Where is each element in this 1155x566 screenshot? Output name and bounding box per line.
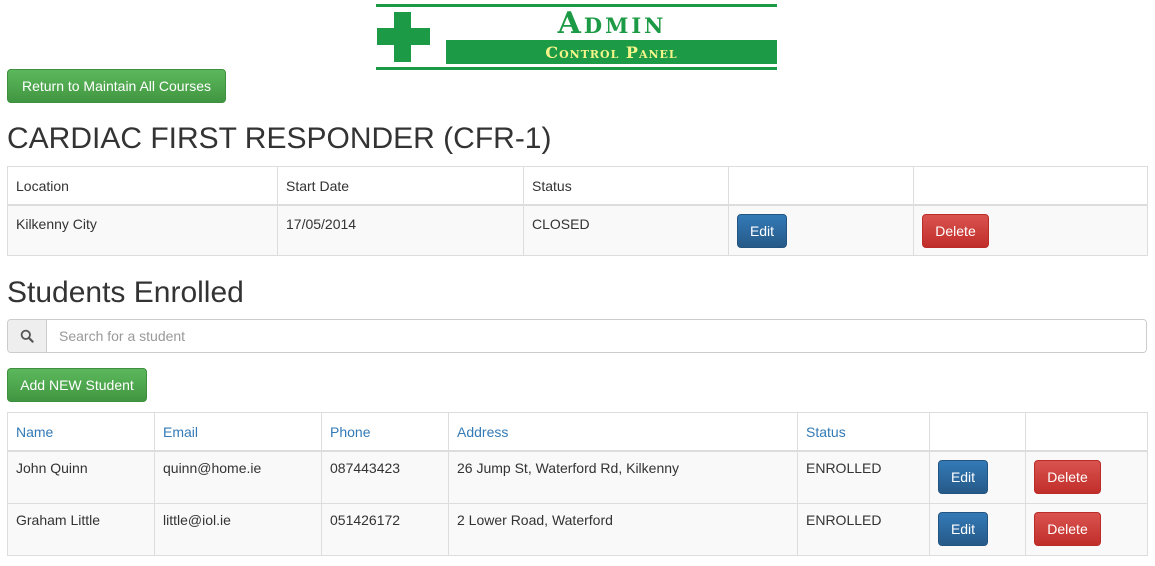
student-delete-cell: Delete bbox=[1025, 450, 1148, 504]
student-edit-cell: Edit bbox=[929, 450, 1026, 504]
student-edit-cell: Edit bbox=[929, 502, 1026, 556]
student-phone: 051426172 bbox=[321, 502, 449, 556]
column-header-start-date: Start Date bbox=[277, 166, 524, 206]
sort-by-address-header[interactable]: Address bbox=[448, 412, 798, 452]
column-header-delete bbox=[913, 166, 1148, 206]
course-row: Kilkenny City 17/05/2014 CLOSED Edit Del… bbox=[7, 204, 1148, 256]
course-edit-cell: Edit bbox=[728, 204, 914, 256]
student-address: 26 Jump St, Waterford Rd, Kilkenny bbox=[448, 450, 798, 504]
column-header-delete bbox=[1025, 412, 1148, 452]
logo-title: Admin bbox=[557, 6, 667, 41]
student-email: quinn@home.ie bbox=[154, 450, 322, 504]
student-name: John Quinn bbox=[7, 450, 155, 504]
course-title: CARDIAC FIRST RESPONDER (CFR-1) bbox=[7, 122, 552, 155]
course-edit-button[interactable]: Edit bbox=[737, 214, 787, 248]
student-name: Graham Little bbox=[7, 502, 155, 556]
sort-by-status-header[interactable]: Status bbox=[797, 412, 930, 452]
student-edit-button[interactable]: Edit bbox=[938, 511, 988, 546]
students-table-header: Name Email Phone Address Status bbox=[7, 412, 1148, 452]
sort-by-phone-header[interactable]: Phone bbox=[321, 412, 449, 452]
student-status: ENROLLED bbox=[797, 450, 930, 504]
return-to-courses-button[interactable]: Return to Maintain All Courses bbox=[7, 69, 226, 103]
student-edit-button[interactable]: Edit bbox=[938, 460, 988, 494]
course-location: Kilkenny City bbox=[7, 204, 278, 256]
student-delete-cell: Delete bbox=[1025, 502, 1148, 556]
course-table: Location Start Date Status Kilkenny City… bbox=[7, 166, 1148, 256]
student-delete-button[interactable]: Delete bbox=[1034, 460, 1101, 494]
student-phone: 087443423 bbox=[321, 450, 449, 504]
sort-by-email-header[interactable]: Email bbox=[154, 412, 322, 452]
logo-cross-bar bbox=[377, 28, 430, 45]
search-icon bbox=[8, 320, 47, 352]
column-header-edit bbox=[728, 166, 914, 206]
admin-logo: Admin Control Panel bbox=[376, 3, 777, 70]
student-delete-button[interactable]: Delete bbox=[1034, 511, 1101, 546]
student-address: 2 Lower Road, Waterford bbox=[448, 502, 798, 556]
course-start-date: 17/05/2014 bbox=[277, 204, 524, 256]
student-search-input[interactable] bbox=[47, 320, 1146, 352]
logo-bottom-rule bbox=[376, 67, 777, 70]
column-header-location: Location bbox=[7, 166, 278, 206]
course-table-header: Location Start Date Status bbox=[7, 166, 1148, 206]
column-header-status: Status bbox=[523, 166, 729, 206]
course-delete-button[interactable]: Delete bbox=[922, 214, 989, 248]
logo-subtitle: Control Panel bbox=[545, 43, 678, 62]
student-email: little@iol.ie bbox=[154, 502, 322, 556]
table-row: Graham Little little@iol.ie 051426172 2 … bbox=[7, 502, 1148, 556]
course-delete-cell: Delete bbox=[913, 204, 1148, 256]
table-row: John Quinn quinn@home.ie 087443423 26 Ju… bbox=[7, 450, 1148, 504]
student-status: ENROLLED bbox=[797, 502, 930, 556]
sort-by-name-header[interactable]: Name bbox=[7, 412, 155, 452]
column-header-edit bbox=[929, 412, 1026, 452]
add-new-student-button[interactable]: Add NEW Student bbox=[7, 368, 147, 402]
students-enrolled-title: Students Enrolled bbox=[7, 276, 244, 309]
course-status: CLOSED bbox=[523, 204, 729, 256]
student-search-group bbox=[7, 319, 1147, 353]
students-table: Name Email Phone Address Status John Qui… bbox=[7, 412, 1148, 556]
